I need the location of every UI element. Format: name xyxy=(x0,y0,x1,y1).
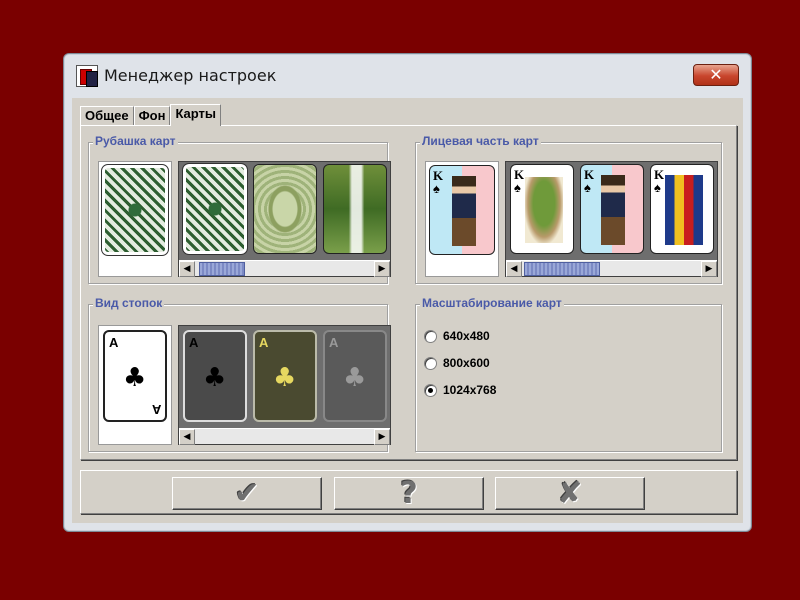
close-button[interactable]: ✕ xyxy=(693,64,739,86)
botanical-king-figure-icon xyxy=(525,177,563,243)
pile-option-dark[interactable]: A ♣ xyxy=(183,330,247,422)
club-suit-icon: ♣ xyxy=(203,363,227,393)
card-face-group-title: Лицевая часть карт xyxy=(420,134,541,148)
spade-suit-icon: ♠ xyxy=(514,180,521,195)
radio-label: 640x480 xyxy=(443,329,490,343)
card-face-options-strip: K ♠ K ♠ K ♠ ◀ ▶ xyxy=(505,161,718,277)
card-face-option-traditional[interactable]: K ♠ xyxy=(650,164,714,254)
card-face-scroll-thumb[interactable] xyxy=(524,262,600,276)
ok-button[interactable]: ✔ xyxy=(172,476,322,511)
scroll-right-arrow-icon[interactable]: ▶ xyxy=(701,261,717,277)
card-face-scrollbar[interactable]: ◀ ▶ xyxy=(506,260,717,277)
card-rank: A xyxy=(189,335,199,350)
window-title: Менеджер настроек xyxy=(104,66,277,85)
card-back-group-title: Рубашка карт xyxy=(93,134,178,148)
card-rank: A xyxy=(109,335,119,350)
card-back-preview xyxy=(98,161,172,277)
pile-style-scrollbar[interactable]: ◀ ▶ xyxy=(179,428,390,445)
app-cards-icon xyxy=(76,65,98,87)
card-back-scroll-thumb[interactable] xyxy=(199,262,245,276)
radio-button[interactable] xyxy=(424,356,437,370)
cancel-button[interactable]: ✘ xyxy=(495,476,645,511)
club-suit-icon: ♣ xyxy=(343,363,367,393)
club-suit-icon: ♣ xyxy=(273,363,297,393)
club-suit-icon: ♣ xyxy=(123,363,147,393)
tab-general[interactable]: Общее xyxy=(80,106,134,126)
radio-label: 1024x768 xyxy=(443,383,497,397)
scale-option-640x480[interactable]: 640x480 xyxy=(424,327,490,345)
radio-button-checked[interactable] xyxy=(424,383,437,397)
card-back-option-waterfall[interactable] xyxy=(323,164,387,254)
card-rank: A xyxy=(259,335,269,350)
spade-suit-icon: ♠ xyxy=(584,180,591,195)
help-button[interactable]: ? xyxy=(334,476,484,511)
dialog-button-bar: ✔ ? ✘ xyxy=(80,470,737,514)
card-scaling-group-title: Масштабирование карт xyxy=(420,296,564,310)
card-rank: A xyxy=(329,335,339,350)
card-back-option-ornate[interactable] xyxy=(253,164,317,254)
traditional-king-figure-icon xyxy=(665,175,703,245)
card-rank-bottom: A xyxy=(151,402,161,417)
card-scaling-group: Масштабирование карт 640x480 800x600 102… xyxy=(415,296,722,452)
pile-style-options-strip: A ♣ A ♣ A ♣ ◀ ▶ xyxy=(178,325,391,445)
checkmark-icon: ✔ xyxy=(234,476,260,511)
scale-option-1024x768[interactable]: 1024x768 xyxy=(424,381,496,399)
dialog-client-area: Общее Фон Карты Рубашка карт ◀ ▶ Лицевая… xyxy=(72,98,743,523)
title-bar[interactable]: Менеджер настроек ✕ xyxy=(64,54,751,98)
card-back-options-strip: ◀ ▶ xyxy=(178,161,391,277)
selected-king-card: K ♠ xyxy=(429,165,495,255)
king-figure-icon xyxy=(601,175,625,245)
radio-button[interactable] xyxy=(424,329,437,343)
tab-strip: Общее Фон Карты xyxy=(80,104,222,126)
pile-option-gray[interactable]: A ♣ xyxy=(323,330,387,422)
pile-style-group: Вид стопок A ♣ A A ♣ A ♣ A ♣ ◀ ▶ xyxy=(88,296,391,452)
scale-option-800x600[interactable]: 800x600 xyxy=(424,354,490,372)
pile-style-group-title: Вид стопок xyxy=(93,296,165,310)
scroll-left-arrow-icon[interactable]: ◀ xyxy=(506,261,522,277)
scroll-right-arrow-icon[interactable]: ▶ xyxy=(374,429,390,445)
card-face-preview: K ♠ xyxy=(425,161,499,277)
radio-label: 800x600 xyxy=(443,356,490,370)
card-face-group: Лицевая часть карт K ♠ K ♠ K ♠ K ♠ ◀ ▶ xyxy=(415,134,722,284)
selected-ace-card: A ♣ A xyxy=(103,330,167,422)
settings-dialog: Менеджер настроек ✕ Общее Фон Карты Руба… xyxy=(63,53,752,532)
card-face-option-classic[interactable]: K ♠ xyxy=(580,164,644,254)
scroll-right-arrow-icon[interactable]: ▶ xyxy=(374,261,390,277)
card-back-group: Рубашка карт ◀ ▶ xyxy=(88,134,391,284)
pile-option-gold[interactable]: A ♣ xyxy=(253,330,317,422)
scroll-left-arrow-icon[interactable]: ◀ xyxy=(179,429,195,445)
pile-style-preview: A ♣ A xyxy=(98,325,172,445)
tab-background[interactable]: Фон xyxy=(133,106,171,126)
scroll-left-arrow-icon[interactable]: ◀ xyxy=(179,261,195,277)
question-mark-icon: ? xyxy=(400,476,418,511)
selected-card-back-image xyxy=(101,164,169,256)
king-figure-icon xyxy=(452,176,476,246)
card-face-option-botanical[interactable]: K ♠ xyxy=(510,164,574,254)
tab-panel-cards: Рубашка карт ◀ ▶ Лицевая часть карт K ♠ … xyxy=(80,125,737,460)
card-back-option-green[interactable] xyxy=(182,163,248,255)
spade-suit-icon: ♠ xyxy=(433,181,440,196)
card-back-scrollbar[interactable]: ◀ ▶ xyxy=(179,260,390,277)
spade-suit-icon: ♠ xyxy=(654,180,661,195)
tab-cards[interactable]: Карты xyxy=(170,104,222,126)
cross-icon: ✘ xyxy=(557,476,583,511)
